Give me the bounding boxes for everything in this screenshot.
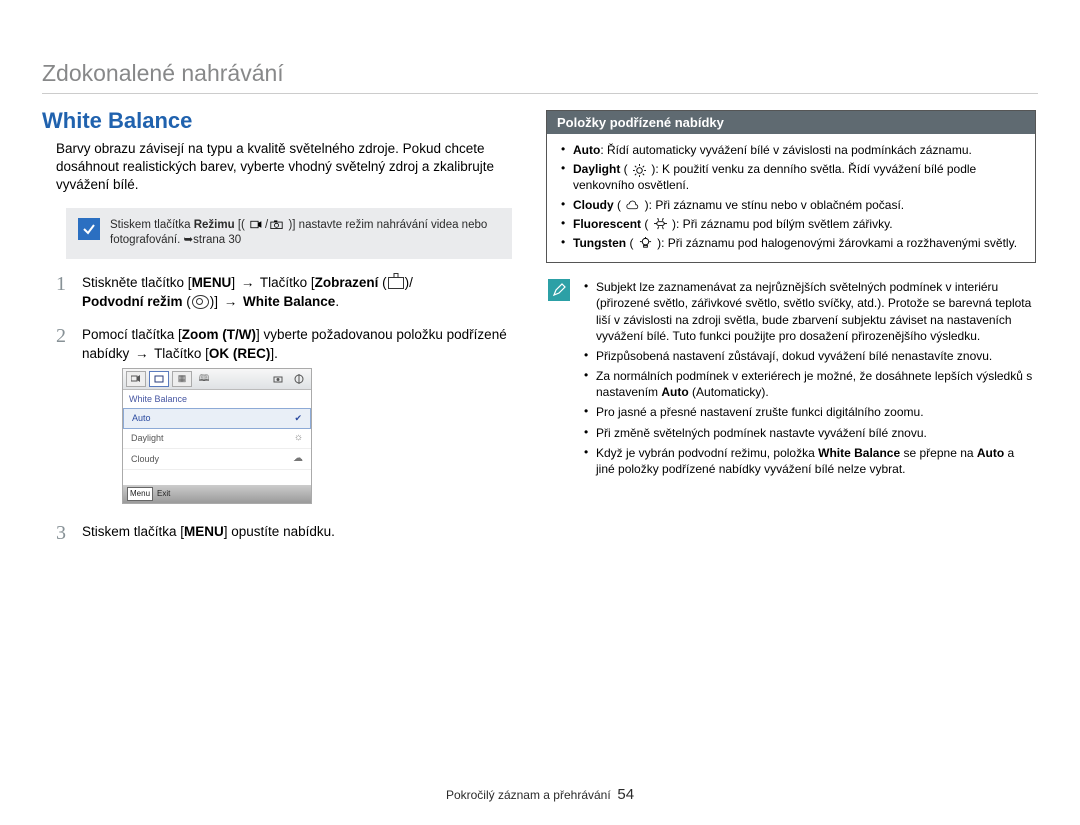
submenu-item: Fluorescent ( ): Při záznamu pod bílým s… — [559, 216, 1023, 232]
ms-footer: MenuExit — [123, 485, 311, 502]
note-item: Když je vybrán podvodní režimu, položka … — [582, 445, 1036, 477]
submenu-item: Daylight ( ): K použití venku za denního… — [559, 161, 1023, 193]
ms-tab — [126, 371, 146, 387]
step-3: Stiskem tlačítka [MENU] opustíte nabídku… — [56, 522, 520, 541]
camera-icon — [270, 218, 283, 231]
diver-icon — [192, 295, 209, 309]
topic-title: White Balance — [42, 108, 520, 134]
submenu-item: Auto: Řídí automaticky vyvážení bílé v z… — [559, 142, 1023, 158]
ms-tab-selected — [149, 371, 169, 387]
submenu-header: Položky podřízené nabídky — [547, 111, 1035, 134]
ms-item: Daylight☼ — [123, 428, 311, 449]
step-1: Stiskněte tlačítko [MENU] → Tlačítko [Zo… — [56, 273, 520, 311]
note-item: Subjekt lze zaznamenávat za nejrůznějšíc… — [582, 279, 1036, 344]
ms-title: White Balance — [123, 390, 311, 410]
ms-tab: 🕮 — [195, 372, 213, 386]
ms-tab — [290, 372, 308, 386]
menu-screenshot: ▦ 🕮 White Balance Auto✔ Day — [122, 368, 312, 504]
step-2: Pomocí tlačítka [Zoom (T/W)] vyberte pož… — [56, 325, 520, 504]
ms-tab: ▦ — [172, 371, 192, 387]
note-item: Přizpůsobená nastavení zůstávají, dokud … — [582, 348, 1036, 364]
page-footer: Pokročilý záznam a přehrávání 54 — [0, 786, 1080, 803]
notes-block: Subjekt lze zaznamenávat za nejrůznějšíc… — [548, 279, 1036, 481]
intro-paragraph: Barvy obrazu závisejí na typu a kvalitě … — [56, 140, 520, 194]
note-item: Za normálních podmínek v exteriérech je … — [582, 368, 1036, 400]
mode-note: Stiskem tlačítka Režimu [( / )] nastavte… — [66, 208, 512, 259]
note-item: Při změně světelných podmínek nastavte v… — [582, 425, 1036, 441]
ms-item-selected: Auto✔ — [123, 408, 311, 429]
divider — [42, 93, 1038, 94]
ms-tab — [269, 372, 287, 386]
submenu-box: Položky podřízené nabídky Auto: Řídí aut… — [546, 110, 1036, 263]
display-icon — [388, 277, 404, 289]
note-item: Pro jasné a přesné nastavení zrušte funk… — [582, 404, 1036, 420]
pencil-icon — [548, 279, 570, 301]
chapter-title: Zdokonalené nahrávání — [42, 60, 1038, 87]
submenu-item: Cloudy ( ): Při záznamu ve stínu nebo v … — [559, 197, 1023, 213]
video-icon — [250, 218, 263, 231]
submenu-item: Tungsten ( ): Při záznamu pod halogenový… — [559, 235, 1023, 251]
ms-item: Cloudy☁ — [123, 449, 311, 470]
check-icon — [78, 218, 100, 240]
